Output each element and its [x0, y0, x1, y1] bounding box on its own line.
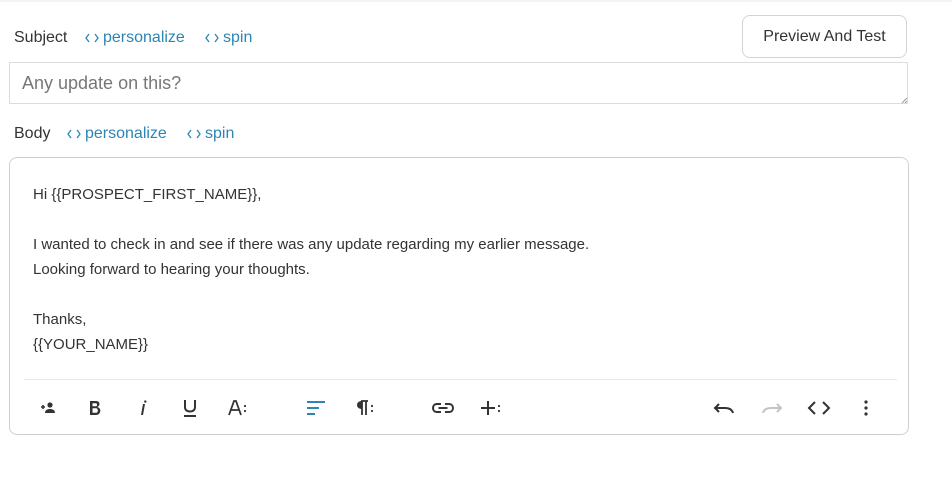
- body-spin-link[interactable]: spin: [187, 125, 234, 143]
- person-add-icon[interactable]: [34, 394, 62, 422]
- editor-line: I wanted to check in and see if there wa…: [33, 236, 590, 253]
- more-vertical-icon[interactable]: [852, 394, 880, 422]
- undo-icon[interactable]: [710, 394, 738, 422]
- code-brackets-icon: [187, 129, 201, 139]
- top-divider: [0, 0, 952, 2]
- body-personalize-link[interactable]: personalize: [67, 125, 167, 143]
- subject-label: Subject: [14, 29, 68, 46]
- body-editor[interactable]: Hi {{PROSPECT_FIRST_NAME}}, I wanted to …: [9, 157, 909, 435]
- link-icon[interactable]: [429, 394, 457, 422]
- code-view-icon[interactable]: [805, 394, 833, 422]
- insert-more-icon[interactable]: [477, 394, 505, 422]
- bold-icon[interactable]: [81, 394, 109, 422]
- body-personalize-label: personalize: [85, 125, 167, 142]
- editor-content[interactable]: Hi {{PROSPECT_FIRST_NAME}}, I wanted to …: [33, 182, 589, 357]
- align-left-icon[interactable]: [302, 394, 330, 422]
- italic-icon[interactable]: [129, 394, 157, 422]
- editor-line: Hi {{PROSPECT_FIRST_NAME}},: [33, 186, 262, 203]
- subject-personalize-label: personalize: [103, 29, 185, 46]
- font-size-icon[interactable]: [224, 394, 252, 422]
- subject-input[interactable]: [9, 62, 908, 104]
- subject-personalize-link[interactable]: personalize: [85, 29, 185, 47]
- subject-spin-label: spin: [223, 29, 253, 46]
- code-brackets-icon: [85, 33, 99, 43]
- editor-line: Looking forward to hearing your thoughts…: [33, 261, 310, 278]
- body-spin-label: spin: [205, 125, 235, 142]
- toolbar-divider: [24, 379, 897, 380]
- code-brackets-icon: [67, 129, 81, 139]
- underline-icon[interactable]: [176, 394, 204, 422]
- editor-line: Thanks,: [33, 311, 87, 328]
- code-brackets-icon: [205, 33, 219, 43]
- subject-spin-link[interactable]: spin: [205, 29, 252, 47]
- resize-grip-icon[interactable]: [900, 96, 908, 104]
- editor-line: {{YOUR_NAME}}: [33, 336, 149, 353]
- paragraph-icon[interactable]: [351, 394, 379, 422]
- preview-and-test-button[interactable]: Preview And Test: [742, 15, 907, 58]
- body-label: Body: [14, 125, 51, 142]
- redo-icon[interactable]: [758, 394, 786, 422]
